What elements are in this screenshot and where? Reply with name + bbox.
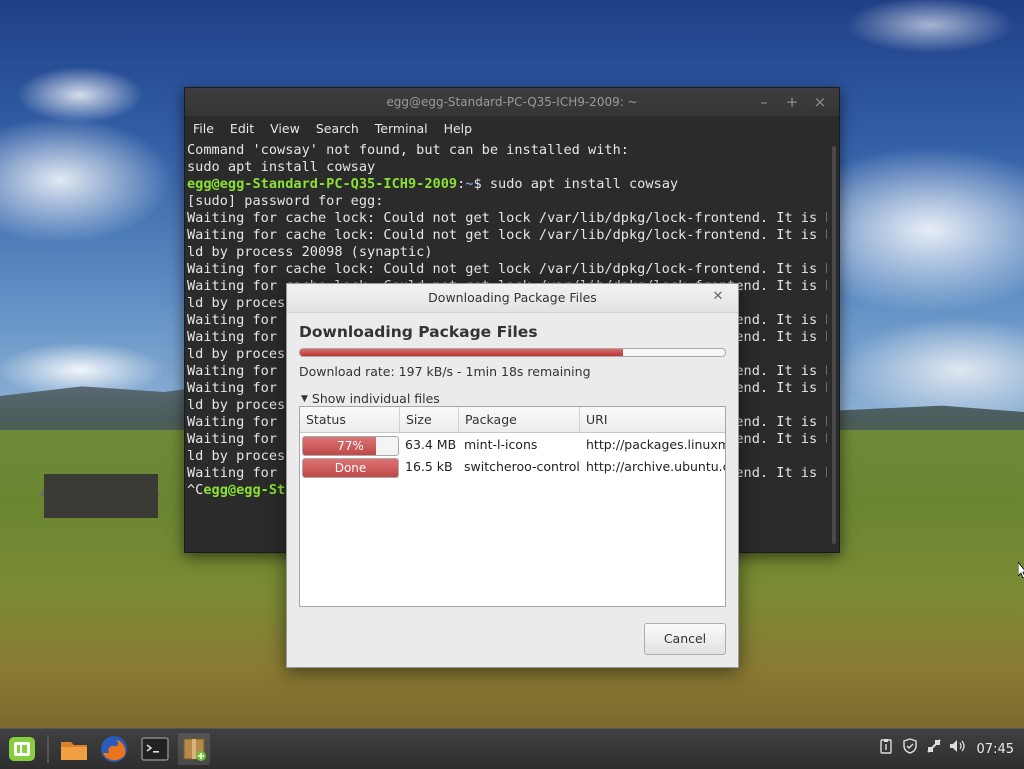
terminal-line: ld by process 20098 (synaptic) <box>187 244 827 261</box>
row-status-label: Done <box>334 461 367 475</box>
terminal-title: egg@egg-Standard-PC-Q35-ICH9-2009: ~ <box>386 95 638 109</box>
clock[interactable]: 07:45 <box>977 742 1014 757</box>
menu-terminal[interactable]: Terminal <box>367 118 436 140</box>
row-package: switcheroo-control <box>464 459 580 474</box>
menu-view[interactable]: View <box>262 118 308 140</box>
row-package: mint-l-icons <box>464 437 538 452</box>
row-size: 16.5 kB <box>405 459 453 474</box>
terminal-icon[interactable] <box>139 733 171 765</box>
system-tray: 07:45 <box>873 729 1024 769</box>
show-files-expander[interactable]: ▼ Show individual files <box>301 391 440 406</box>
maximize-icon[interactable]: + <box>783 93 801 111</box>
terminal-line: Command 'cowsay' not found, but can be i… <box>187 142 827 159</box>
overall-progress-bar <box>299 348 726 357</box>
dialog-title: Downloading Package Files <box>428 290 597 305</box>
cancel-button[interactable]: Cancel <box>644 623 726 655</box>
terminal-line: Waiting for cache lock: Could not get lo… <box>187 210 827 227</box>
dialog-close-icon[interactable]: ✕ <box>710 289 726 305</box>
firefox-icon[interactable] <box>98 733 130 765</box>
shield-icon[interactable] <box>899 738 921 760</box>
terminal-line-text: ld by process 20098 (synaptic) <box>187 244 433 260</box>
download-dialog[interactable]: Downloading Package Files ✕ Downloading … <box>286 283 739 668</box>
close-icon[interactable]: × <box>811 93 829 111</box>
terminal-interrupt: ^C <box>187 482 204 498</box>
menu-help[interactable]: Help <box>436 118 481 140</box>
terminal-scrollbar[interactable] <box>832 146 836 544</box>
terminal-line: Waiting for cache lock: Could not get lo… <box>187 227 827 244</box>
row-status-label: 77% <box>337 439 364 453</box>
mint-menu-icon[interactable] <box>6 733 38 765</box>
mouse-cursor-icon <box>1018 562 1024 578</box>
terminal-titlebar[interactable]: egg@egg-Standard-PC-Q35-ICH9-2009: ~ – +… <box>185 88 839 116</box>
network-icon[interactable] <box>923 738 945 760</box>
column-size[interactable]: Size <box>400 407 459 432</box>
terminal-line-text: sudo apt install cowsay <box>187 159 376 175</box>
clipboard-icon[interactable] <box>875 738 897 760</box>
column-package[interactable]: Package <box>459 407 580 432</box>
expander-label: Show individual files <box>311 391 440 406</box>
terminal-menubar: File Edit View Search Terminal Help <box>185 118 839 140</box>
column-status[interactable]: Status <box>300 407 400 432</box>
prompt-user: egg@egg-Standard-PC-Q35-ICH9-2009 <box>187 176 458 192</box>
row-status-progress: 77% <box>302 436 399 456</box>
files-icon[interactable] <box>58 733 90 765</box>
taskbar-separator <box>47 735 49 763</box>
taskbar: 07:45 <box>0 728 1024 769</box>
column-uri[interactable]: URI <box>580 407 725 432</box>
row-status-progress: Done <box>302 458 399 478</box>
terminal-line-text: [sudo] password for egg: <box>187 193 384 209</box>
terminal-line: egg@egg-Standard-PC-Q35-ICH9-2009:~$ sud… <box>187 176 827 193</box>
triangle-down-icon: ▼ <box>301 393 308 404</box>
row-uri: http://archive.ubuntu.com <box>586 459 725 474</box>
terminal-line-text: $ sudo apt install cowsay <box>473 176 679 192</box>
table-row[interactable]: 77% 63.4 MB mint-l-icons http://packages… <box>300 434 725 456</box>
download-rate-text: Download rate: 197 kB/s - 1min 18s remai… <box>299 364 591 379</box>
minimize-icon[interactable]: – <box>755 93 773 111</box>
terminal-line-text: Waiting for cache lock: Could not get lo… <box>187 210 827 226</box>
overall-progress-fill <box>300 349 623 356</box>
row-size: 63.4 MB <box>405 437 457 452</box>
row-uri: http://packages.linuxmint.com <box>586 437 725 452</box>
terminal-line: Waiting for cache lock: Could not get lo… <box>187 261 827 278</box>
package-installer-icon[interactable] <box>178 733 210 765</box>
table-row[interactable]: Done 16.5 kB switcheroo-control http://a… <box>300 456 725 478</box>
terminal-line-text: Waiting for cache lock: Could not get lo… <box>187 227 827 243</box>
terminal-line: sudo apt install cowsay <box>187 159 827 176</box>
dialog-heading: Downloading Package Files <box>299 323 538 341</box>
wallpaper-barn <box>44 474 158 518</box>
menu-file[interactable]: File <box>185 118 222 140</box>
files-table[interactable]: Status Size Package URI 77% 63.4 MB mint… <box>299 406 726 607</box>
table-header: Status Size Package URI <box>300 407 725 433</box>
terminal-line-text: Command 'cowsay' not found, but can be i… <box>187 142 629 158</box>
menu-edit[interactable]: Edit <box>222 118 262 140</box>
menu-search[interactable]: Search <box>308 118 367 140</box>
terminal-line: [sudo] password for egg: <box>187 193 827 210</box>
volume-icon[interactable] <box>947 738 969 760</box>
terminal-line-text: Waiting for cache lock: Could not get lo… <box>187 261 827 277</box>
dialog-titlebar[interactable]: Downloading Package Files ✕ <box>287 284 738 313</box>
